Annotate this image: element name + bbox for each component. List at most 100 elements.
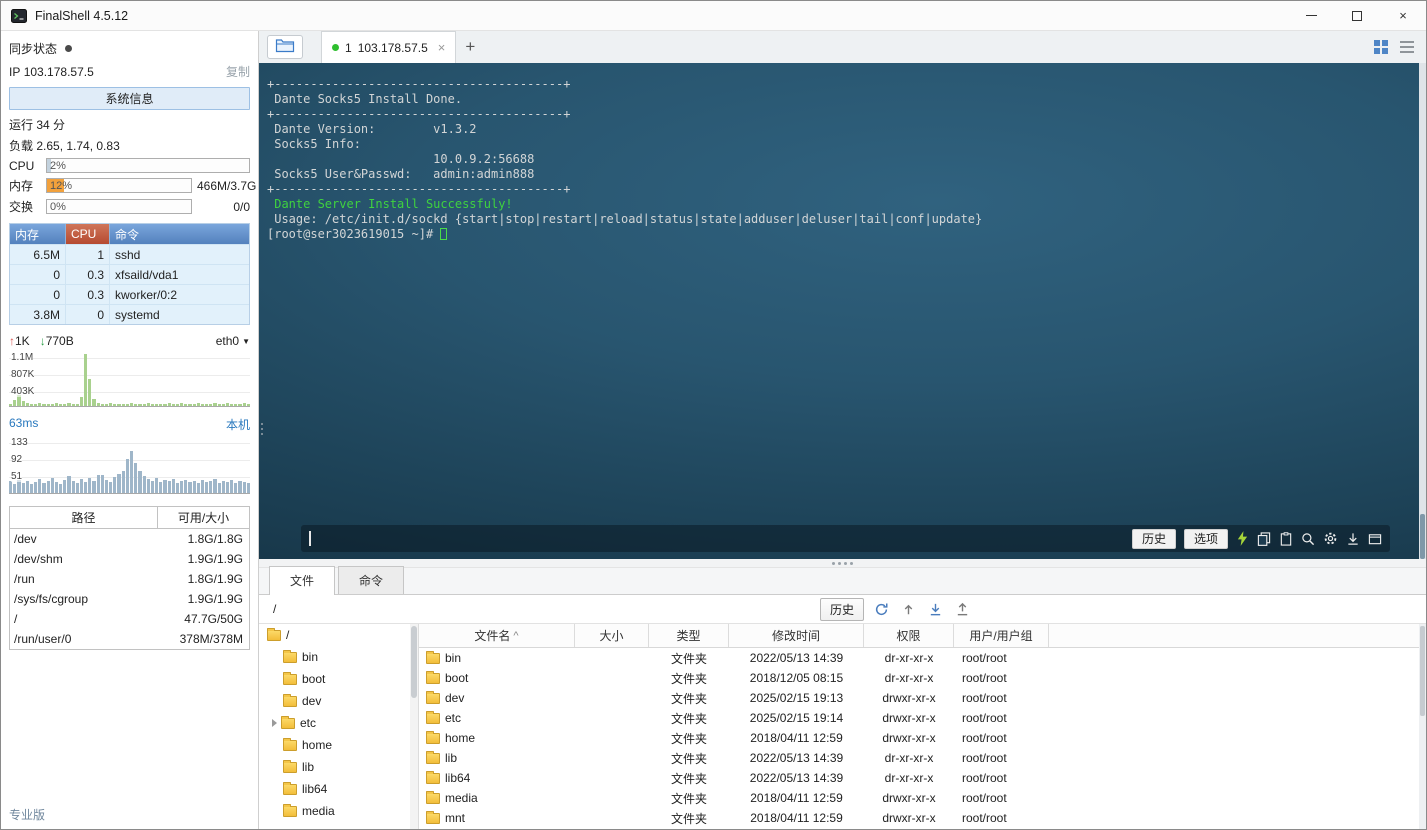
tree-item-etc[interactable]: etc xyxy=(259,712,418,734)
file-row[interactable]: home 文件夹 2018/04/11 12:59 drwxr-xr-x root/ro… xyxy=(419,728,1426,748)
minimize-icon xyxy=(1305,15,1317,16)
tree-scrollbar-thumb[interactable] xyxy=(411,626,417,698)
close-button[interactable]: × xyxy=(1380,1,1426,30)
folder-icon xyxy=(426,771,440,784)
net-scale-3: 403K xyxy=(11,386,35,397)
refresh-icon[interactable] xyxy=(871,599,891,619)
process-row[interactable]: 0 0.3 kworker/0:2 xyxy=(10,284,249,304)
memory-value: 466M/3.7G xyxy=(197,178,257,193)
disk-header-path[interactable]: 路径 xyxy=(10,507,158,528)
file-row[interactable]: bin 文件夹 2022/05/13 14:39 dr-xr-xr-x root/roo… xyxy=(419,648,1426,668)
file-row[interactable]: dev 文件夹 2025/02/15 19:13 drwxr-xr-x root/roo… xyxy=(419,688,1426,708)
cpu-percent: 2% xyxy=(50,160,66,172)
panel-splitter[interactable] xyxy=(259,559,1426,568)
header-mtime[interactable]: 修改时间 xyxy=(729,624,864,647)
tree-item-home[interactable]: home xyxy=(259,734,418,756)
interface-selector[interactable]: eth0 ▼ xyxy=(216,334,250,348)
sidebar-splitter[interactable] xyxy=(261,423,263,435)
settings-gear-icon[interactable] xyxy=(1323,531,1338,546)
tree-item-root[interactable]: / xyxy=(259,624,418,646)
header-filename[interactable]: 文件名 ^ xyxy=(419,624,575,647)
tree-item-media[interactable]: media xyxy=(259,800,418,822)
window-mode-icon[interactable] xyxy=(1368,532,1382,546)
search-icon[interactable] xyxy=(1301,532,1315,546)
file-row[interactable]: lib64 文件夹 2022/05/13 14:39 dr-xr-xr-x root/r… xyxy=(419,768,1426,788)
tab-commands[interactable]: 命令 xyxy=(338,566,405,594)
header-permission[interactable]: 权限 xyxy=(864,624,954,647)
cpu-meter-bar: 2% xyxy=(46,158,250,173)
header-owner[interactable]: 用户/用户组 xyxy=(954,624,1049,647)
tree-item-lib[interactable]: lib xyxy=(259,756,418,778)
path-history-button[interactable]: 历史 xyxy=(820,597,865,621)
terminal-scrollbar[interactable] xyxy=(1419,63,1426,559)
file-row[interactable]: mnt 文件夹 2018/04/11 12:59 drwxr-xr-x root/roo… xyxy=(419,808,1426,828)
copy-ip-link[interactable]: 复制 xyxy=(226,63,250,80)
menu-icon[interactable] xyxy=(1400,41,1414,53)
file-table-scrollbar-thumb[interactable] xyxy=(1420,626,1425,716)
disk-row[interactable]: /sys/fs/cgroup 1.9G/1.9G xyxy=(10,589,249,609)
sort-asc-icon: ^ xyxy=(513,629,519,642)
tab-close-icon[interactable]: × xyxy=(438,40,446,55)
disk-row[interactable]: /dev/shm 1.9G/1.9G xyxy=(10,549,249,569)
system-info-button[interactable]: 系统信息 xyxy=(9,87,250,110)
swap-percent: 0% xyxy=(50,201,66,213)
ping-scale-3: 51 xyxy=(11,471,23,482)
terminal[interactable]: +---------------------------------------… xyxy=(259,63,1426,559)
copy-icon[interactable] xyxy=(1257,531,1271,546)
header-type[interactable]: 类型 xyxy=(649,624,729,647)
disk-row[interactable]: /47.7G/50G xyxy=(10,609,249,629)
upload-file-icon[interactable] xyxy=(952,599,972,619)
lightning-icon[interactable] xyxy=(1236,531,1249,546)
minimize-button[interactable] xyxy=(1288,1,1334,30)
ping-target[interactable]: 本机 xyxy=(226,416,250,433)
process-header-cpu[interactable]: CPU xyxy=(66,224,110,244)
tree-item-lib64[interactable]: lib64 xyxy=(259,778,418,800)
layout-grid-icon[interactable] xyxy=(1374,40,1388,54)
header-size[interactable]: 大小 xyxy=(575,624,649,647)
disk-row[interactable]: /run/user/0 378M/378M xyxy=(10,629,249,649)
path-field[interactable]: / xyxy=(273,602,813,616)
options-button[interactable]: 选项 xyxy=(1183,528,1228,549)
history-button[interactable]: 历史 xyxy=(1131,528,1176,549)
process-header-command[interactable]: 命令 xyxy=(110,224,249,244)
ip-label: IP xyxy=(9,64,21,79)
session-tab[interactable]: 1 103.178.57.5 × xyxy=(321,31,457,63)
terminal-scrollbar-thumb[interactable] xyxy=(1420,514,1425,559)
download-file-icon[interactable] xyxy=(925,599,945,619)
tab-files[interactable]: 文件 xyxy=(269,566,336,595)
process-header-memory[interactable]: 内存 xyxy=(10,224,66,244)
process-row[interactable]: 0 0.3 xfsaild/vda1 xyxy=(10,264,249,284)
process-row[interactable]: 3.8M 0 systemd xyxy=(10,304,249,324)
file-toolbar: / 历史 xyxy=(259,595,1426,623)
terminal-line: 10.0.9.2:56688 xyxy=(267,152,535,166)
titlebar[interactable]: FinalShell 4.5.12 × xyxy=(1,1,1426,31)
disk-row[interactable]: /dev 1.8G/1.8G xyxy=(10,529,249,549)
folder-icon xyxy=(426,811,440,824)
tree-item-bin[interactable]: bin xyxy=(259,646,418,668)
new-tab-button[interactable]: + xyxy=(456,33,484,61)
disk-table-body: /dev 1.8G/1.8G/dev/shm 1.9G/1.9G/run 1.8G/1… xyxy=(10,529,249,649)
disk-row[interactable]: /run 1.8G/1.9G xyxy=(10,569,249,589)
tree-item-dev[interactable]: dev xyxy=(259,690,418,712)
download-icon[interactable] xyxy=(1346,532,1360,546)
file-row[interactable]: etc 文件夹 2025/02/15 19:14 drwxr-xr-x root/roo… xyxy=(419,708,1426,728)
file-row[interactable]: media 文件夹 2018/04/11 12:59 drwxr-xr-x root/r… xyxy=(419,788,1426,808)
command-input-bar[interactable]: 历史 选项 xyxy=(301,525,1390,552)
file-row[interactable]: lib 文件夹 2022/05/13 14:39 dr-xr-xr-x root/roo… xyxy=(419,748,1426,768)
process-row[interactable]: 6.5M 1 sshd xyxy=(10,244,249,264)
disk-header-size[interactable]: 可用/大小 xyxy=(158,507,249,528)
maximize-button[interactable] xyxy=(1334,1,1380,30)
chevron-right-icon[interactable] xyxy=(272,719,277,727)
folder-icon xyxy=(275,37,295,58)
terminal-output: +---------------------------------------… xyxy=(259,63,1426,242)
file-table-scrollbar[interactable] xyxy=(1419,624,1426,829)
connections-button[interactable] xyxy=(267,35,303,59)
file-table-header: 文件名 ^ 大小 类型 修改时间 权限 用户/用户组 xyxy=(419,624,1426,648)
parent-directory-icon[interactable] xyxy=(898,599,918,619)
file-row[interactable]: boot 文件夹 2018/12/05 08:15 dr-xr-xr-x root/ro… xyxy=(419,668,1426,688)
file-panel-tabs: 文件 命令 xyxy=(259,566,1426,595)
tree-scrollbar[interactable] xyxy=(410,624,418,829)
tree-item-boot[interactable]: boot xyxy=(259,668,418,690)
paste-icon[interactable] xyxy=(1279,531,1293,546)
load-text: 负载 2.65, 1.74, 0.83 xyxy=(9,139,120,153)
